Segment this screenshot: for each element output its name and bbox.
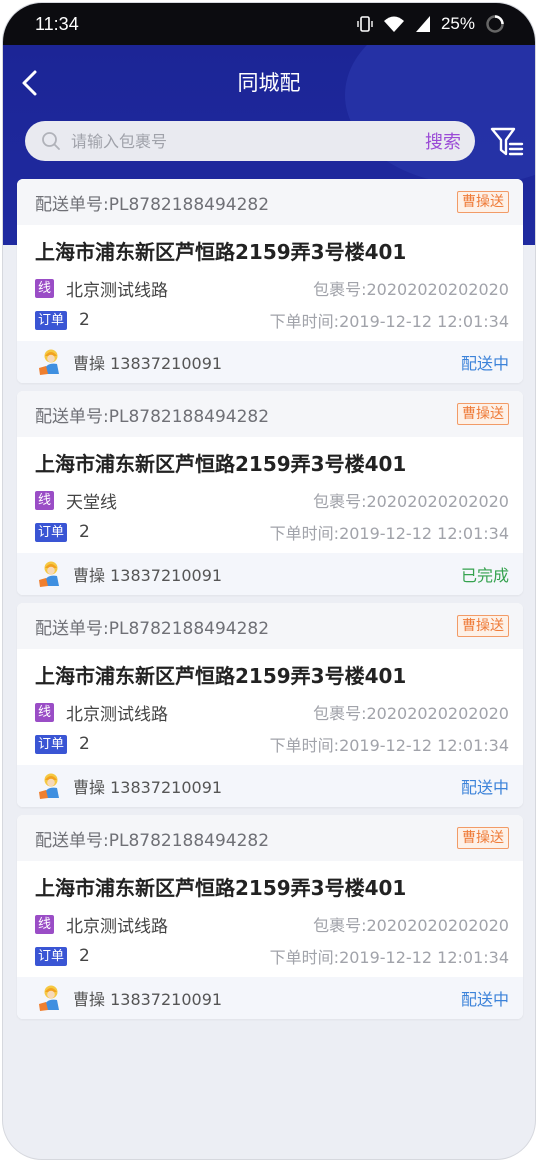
order-time: 下单时间:2019-12-12 12:01:34: [269, 312, 509, 331]
order-card[interactable]: 配送单号:PL8782188494282 曹操送 上海市浦东新区芦恒路2159弄…: [17, 815, 523, 1019]
status-bar: 11:34 25%: [3, 3, 535, 45]
signal-icon: [415, 16, 430, 32]
courier-avatar-icon: [39, 561, 59, 587]
package-number: 包裹号:20202020202020: [313, 916, 509, 935]
line-name: 北京测试线路: [66, 704, 169, 725]
line-row: 线 北京测试线路 包裹号:20202020202020: [35, 913, 509, 937]
card-body: 上海市浦东新区芦恒路2159弄3号楼401 线 北京测试线路 包裹号:20202…: [17, 649, 523, 765]
card-body: 上海市浦东新区芦恒路2159弄3号楼401 线 北京测试线路 包裹号:20202…: [17, 861, 523, 977]
line-badge: 线: [35, 278, 55, 298]
order-badge: 订单: [35, 946, 68, 966]
phone-frame: 11:34 25% 同城配 请输入包裹号 搜索 配送单号:PL878218849…: [2, 2, 536, 1160]
delivery-status: 配送中: [460, 778, 509, 797]
courier-info: 曹操 13837210091: [73, 354, 223, 373]
line-badge: 线: [35, 914, 55, 934]
order-card[interactable]: 配送单号:PL8782188494282 曹操送 上海市浦东新区芦恒路2159弄…: [17, 179, 523, 383]
delivery-address: 上海市浦东新区芦恒路2159弄3号楼401: [35, 240, 407, 264]
order-row: 订单 2 下单时间:2019-12-12 12:01:34: [35, 733, 509, 755]
order-badge: 订单: [35, 734, 68, 754]
order-count: 2: [79, 522, 90, 542]
status-icons: 25%: [357, 14, 505, 34]
wifi-icon: [383, 16, 404, 32]
order-card[interactable]: 配送单号:PL8782188494282 曹操送 上海市浦东新区芦恒路2159弄…: [17, 603, 523, 807]
card-footer: 曹操 13837210091 配送中: [17, 341, 523, 383]
order-count: 2: [79, 310, 90, 330]
vibrate-icon: [357, 16, 373, 32]
card-body: 上海市浦东新区芦恒路2159弄3号楼401 线 天堂线 包裹号:20202020…: [17, 437, 523, 553]
search-button[interactable]: 搜索: [425, 128, 461, 154]
courier-avatar-icon: [39, 773, 59, 799]
order-list: 配送单号:PL8782188494282 曹操送 上海市浦东新区芦恒路2159弄…: [17, 179, 523, 1027]
package-number: 包裹号:20202020202020: [313, 704, 509, 723]
filter-button[interactable]: [489, 125, 525, 159]
order-badge: 订单: [35, 522, 68, 542]
line-name: 天堂线: [66, 492, 118, 513]
courier-avatar-icon: [39, 349, 59, 375]
page-title: 同城配: [237, 71, 301, 95]
delivery-number: 配送单号:PL8782188494282: [35, 618, 270, 639]
delivery-status: 配送中: [460, 354, 509, 373]
order-count: 2: [79, 946, 90, 966]
package-number: 包裹号:20202020202020: [313, 280, 509, 299]
card-header: 配送单号:PL8782188494282 曹操送: [17, 179, 523, 225]
carrier-tag: 曹操送: [457, 615, 509, 637]
card-footer: 曹操 13837210091 配送中: [17, 765, 523, 807]
header-decoration: [345, 45, 535, 185]
line-row: 线 天堂线 包裹号:20202020202020: [35, 489, 509, 513]
order-count: 2: [79, 734, 90, 754]
delivery-status: 配送中: [460, 990, 509, 1009]
line-name: 北京测试线路: [66, 916, 169, 937]
line-row: 线 北京测试线路 包裹号:20202020202020: [35, 277, 509, 301]
order-row: 订单 2 下单时间:2019-12-12 12:01:34: [35, 309, 509, 331]
line-name: 北京测试线路: [66, 280, 169, 301]
order-card[interactable]: 配送单号:PL8782188494282 曹操送 上海市浦东新区芦恒路2159弄…: [17, 391, 523, 595]
order-badge: 订单: [35, 310, 68, 330]
search-input[interactable]: [71, 131, 425, 151]
courier-info: 曹操 13837210091: [73, 566, 223, 585]
delivery-number: 配送单号:PL8782188494282: [35, 194, 270, 215]
delivery-address: 上海市浦东新区芦恒路2159弄3号楼401: [35, 664, 407, 688]
package-number: 包裹号:20202020202020: [313, 492, 509, 511]
delivery-address: 上海市浦东新区芦恒路2159弄3号楼401: [35, 876, 407, 900]
carrier-tag: 曹操送: [457, 827, 509, 849]
card-body: 上海市浦东新区芦恒路2159弄3号楼401 线 北京测试线路 包裹号:20202…: [17, 225, 523, 341]
line-badge: 线: [35, 490, 55, 510]
line-badge: 线: [35, 702, 55, 722]
carrier-tag: 曹操送: [457, 403, 509, 425]
card-footer: 曹操 13837210091 配送中: [17, 977, 523, 1019]
order-time: 下单时间:2019-12-12 12:01:34: [269, 524, 509, 543]
battery-percent: 25%: [440, 14, 475, 33]
courier-avatar-icon: [39, 985, 59, 1011]
order-row: 订单 2 下单时间:2019-12-12 12:01:34: [35, 945, 509, 967]
order-time: 下单时间:2019-12-12 12:01:34: [269, 948, 509, 967]
line-row: 线 北京测试线路 包裹号:20202020202020: [35, 701, 509, 725]
card-header: 配送单号:PL8782188494282 曹操送: [17, 815, 523, 861]
order-time: 下单时间:2019-12-12 12:01:34: [269, 736, 509, 755]
courier-info: 曹操 13837210091: [73, 990, 223, 1009]
delivery-number: 配送单号:PL8782188494282: [35, 406, 270, 427]
loading-icon: [486, 15, 504, 33]
delivery-status: 已完成: [460, 566, 509, 585]
search-icon: [42, 132, 60, 150]
delivery-number: 配送单号:PL8782188494282: [35, 830, 270, 851]
delivery-address: 上海市浦东新区芦恒路2159弄3号楼401: [35, 452, 407, 476]
status-time: 11:34: [35, 13, 79, 34]
card-header: 配送单号:PL8782188494282 曹操送: [17, 391, 523, 437]
search-bar: 搜索: [25, 121, 475, 161]
carrier-tag: 曹操送: [457, 191, 509, 213]
card-footer: 曹操 13837210091 已完成: [17, 553, 523, 595]
card-header: 配送单号:PL8782188494282 曹操送: [17, 603, 523, 649]
order-row: 订单 2 下单时间:2019-12-12 12:01:34: [35, 521, 509, 543]
filter-icon: [490, 127, 524, 156]
courier-info: 曹操 13837210091: [73, 778, 223, 797]
